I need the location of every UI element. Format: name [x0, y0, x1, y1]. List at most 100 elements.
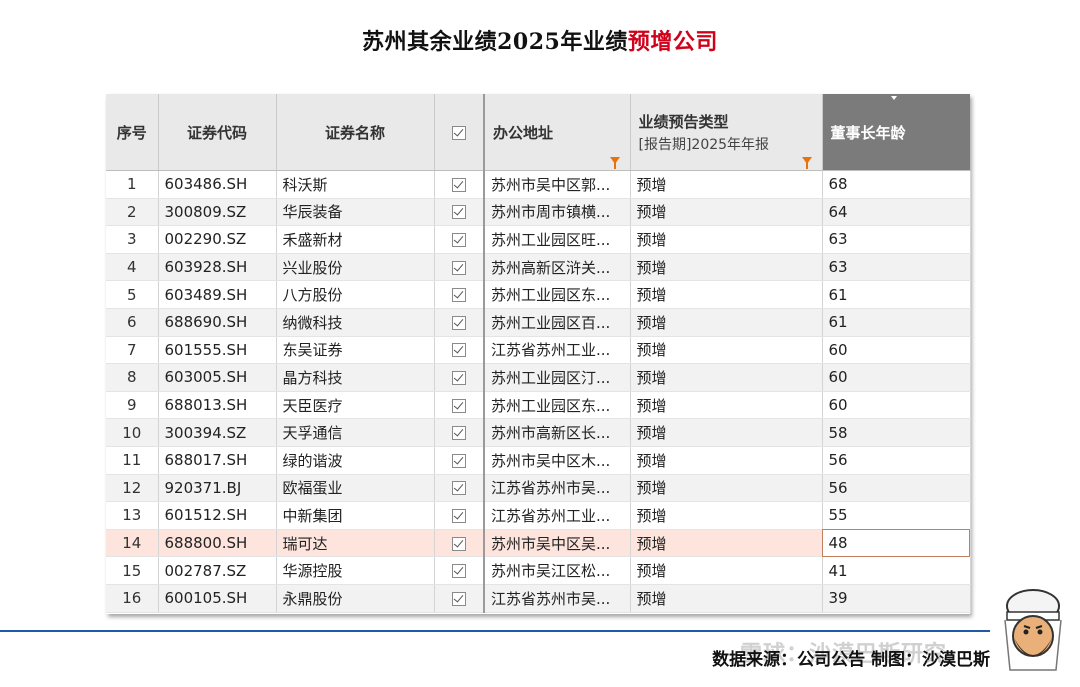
- checkbox-icon[interactable]: [451, 508, 466, 523]
- cell-name[interactable]: 东吴证券: [276, 336, 435, 365]
- cell-seq[interactable]: 5: [106, 280, 159, 309]
- cell-age[interactable]: 56: [822, 446, 971, 475]
- cell-code[interactable]: 002290.SZ: [158, 225, 277, 254]
- table-row[interactable]: 7 601555.SH 东吴证券 江苏省苏州工业... 预增 60: [106, 336, 971, 365]
- cell-age[interactable]: 58: [822, 418, 971, 447]
- cell-address[interactable]: 苏州市吴江区松...: [483, 556, 631, 585]
- cell-age[interactable]: 60: [822, 363, 971, 392]
- cell-address[interactable]: 苏州工业园区旺...: [483, 225, 631, 254]
- table-row[interactable]: 5 603489.SH 八方股份 苏州工业园区东... 预增 61: [106, 280, 971, 309]
- cell-forecast-type[interactable]: 预增: [630, 253, 823, 282]
- cell-address[interactable]: 苏州市周市镇横...: [483, 198, 631, 227]
- cell-name[interactable]: 禾盛新材: [276, 225, 435, 254]
- cell-name[interactable]: 绿的谐波: [276, 446, 435, 475]
- cell-seq[interactable]: 10: [106, 418, 159, 447]
- cell-name[interactable]: 八方股份: [276, 280, 435, 309]
- cell-address[interactable]: 苏州市高新区长...: [483, 418, 631, 447]
- cell-forecast-type[interactable]: 预增: [630, 308, 823, 337]
- cell-code[interactable]: 688013.SH: [158, 391, 277, 420]
- cell-name[interactable]: 天臣医疗: [276, 391, 435, 420]
- cell-checkbox[interactable]: [434, 280, 485, 309]
- cell-age[interactable]: 63: [822, 225, 971, 254]
- checkbox-icon[interactable]: [451, 481, 466, 496]
- cell-checkbox[interactable]: [434, 336, 485, 365]
- table-row[interactable]: 8 603005.SH 晶方科技 苏州工业园区汀... 预增 60: [106, 363, 971, 392]
- cell-age[interactable]: 41: [822, 556, 971, 585]
- cell-age[interactable]: 61: [822, 280, 971, 309]
- cell-forecast-type[interactable]: 预增: [630, 198, 823, 227]
- cell-checkbox[interactable]: [434, 501, 485, 530]
- sort-caret-icon[interactable]: [890, 96, 897, 100]
- cell-name[interactable]: 瑞可达: [276, 529, 435, 558]
- cell-age[interactable]: 68: [822, 170, 971, 199]
- cell-seq[interactable]: 12: [106, 474, 159, 503]
- cell-name[interactable]: 华源控股: [276, 556, 435, 585]
- cell-forecast-type[interactable]: 预增: [630, 363, 823, 392]
- cell-checkbox[interactable]: [434, 446, 485, 475]
- cell-age[interactable]: 64: [822, 198, 971, 227]
- cell-code[interactable]: 603005.SH: [158, 363, 277, 392]
- cell-name[interactable]: 欧福蛋业: [276, 474, 435, 503]
- cell-age[interactable]: 48: [822, 529, 971, 558]
- checkbox-icon[interactable]: [451, 536, 466, 551]
- table-row[interactable]: 14 688800.SH 瑞可达 苏州市吴中区吴... 预增 48: [106, 529, 971, 558]
- checkbox-icon[interactable]: [451, 343, 466, 358]
- cell-code[interactable]: 300809.SZ: [158, 198, 277, 227]
- checkbox-icon[interactable]: [451, 260, 466, 275]
- cell-checkbox[interactable]: [434, 170, 485, 199]
- cell-name[interactable]: 中新集团: [276, 501, 435, 530]
- cell-code[interactable]: 600105.SH: [158, 584, 277, 613]
- cell-forecast-type[interactable]: 预增: [630, 529, 823, 558]
- checkbox-icon[interactable]: [451, 426, 466, 441]
- checkbox-icon[interactable]: [451, 591, 466, 606]
- cell-checkbox[interactable]: [434, 391, 485, 420]
- cell-seq[interactable]: 11: [106, 446, 159, 475]
- cell-age[interactable]: 60: [822, 336, 971, 365]
- cell-checkbox[interactable]: [434, 418, 485, 447]
- table-row[interactable]: 6 688690.SH 纳微科技 苏州工业园区百... 预增 61: [106, 308, 971, 337]
- cell-address[interactable]: 江苏省苏州市吴...: [483, 584, 631, 613]
- cell-code[interactable]: 603486.SH: [158, 170, 277, 199]
- cell-seq[interactable]: 3: [106, 225, 159, 254]
- checkbox-icon[interactable]: [451, 125, 466, 140]
- table-row[interactable]: 2 300809.SZ 华辰装备 苏州市周市镇横... 预增 64: [106, 198, 971, 227]
- table-row[interactable]: 10 300394.SZ 天孚通信 苏州市高新区长... 预增 58: [106, 418, 971, 447]
- cell-checkbox[interactable]: [434, 474, 485, 503]
- cell-checkbox[interactable]: [434, 556, 485, 585]
- checkbox-icon[interactable]: [451, 370, 466, 385]
- cell-seq[interactable]: 13: [106, 501, 159, 530]
- cell-age[interactable]: 61: [822, 308, 971, 337]
- cell-address[interactable]: 江苏省苏州工业...: [483, 501, 631, 530]
- cell-checkbox[interactable]: [434, 308, 485, 337]
- cell-name[interactable]: 晶方科技: [276, 363, 435, 392]
- cell-forecast-type[interactable]: 预增: [630, 556, 823, 585]
- cell-seq[interactable]: 14: [106, 529, 159, 558]
- cell-forecast-type[interactable]: 预增: [630, 170, 823, 199]
- filter-icon[interactable]: [609, 157, 620, 169]
- cell-code[interactable]: 603928.SH: [158, 253, 277, 282]
- cell-code[interactable]: 688800.SH: [158, 529, 277, 558]
- cell-name[interactable]: 兴业股份: [276, 253, 435, 282]
- cell-address[interactable]: 苏州高新区浒关...: [483, 253, 631, 282]
- cell-code[interactable]: 601512.SH: [158, 501, 277, 530]
- cell-address[interactable]: 苏州市吴中区吴...: [483, 529, 631, 558]
- cell-age[interactable]: 56: [822, 474, 971, 503]
- table-row[interactable]: 15 002787.SZ 华源控股 苏州市吴江区松... 预增 41: [106, 556, 971, 585]
- cell-age[interactable]: 63: [822, 253, 971, 282]
- cell-address[interactable]: 苏州工业园区百...: [483, 308, 631, 337]
- table-row[interactable]: 16 600105.SH 永鼎股份 江苏省苏州市吴... 预增 39: [106, 584, 971, 613]
- cell-seq[interactable]: 8: [106, 363, 159, 392]
- cell-address[interactable]: 苏州市吴中区木...: [483, 446, 631, 475]
- cell-name[interactable]: 天孚通信: [276, 418, 435, 447]
- cell-age[interactable]: 55: [822, 501, 971, 530]
- cell-address[interactable]: 苏州工业园区东...: [483, 280, 631, 309]
- cell-address[interactable]: 苏州市吴中区郭...: [483, 170, 631, 199]
- cell-code[interactable]: 601555.SH: [158, 336, 277, 365]
- checkbox-icon[interactable]: [451, 315, 466, 330]
- table-row[interactable]: 3 002290.SZ 禾盛新材 苏州工业园区旺... 预增 63: [106, 225, 971, 254]
- cell-checkbox[interactable]: [434, 584, 485, 613]
- cell-checkbox[interactable]: [434, 225, 485, 254]
- cell-forecast-type[interactable]: 预增: [630, 501, 823, 530]
- cell-seq[interactable]: 2: [106, 198, 159, 227]
- cell-code[interactable]: 688690.SH: [158, 308, 277, 337]
